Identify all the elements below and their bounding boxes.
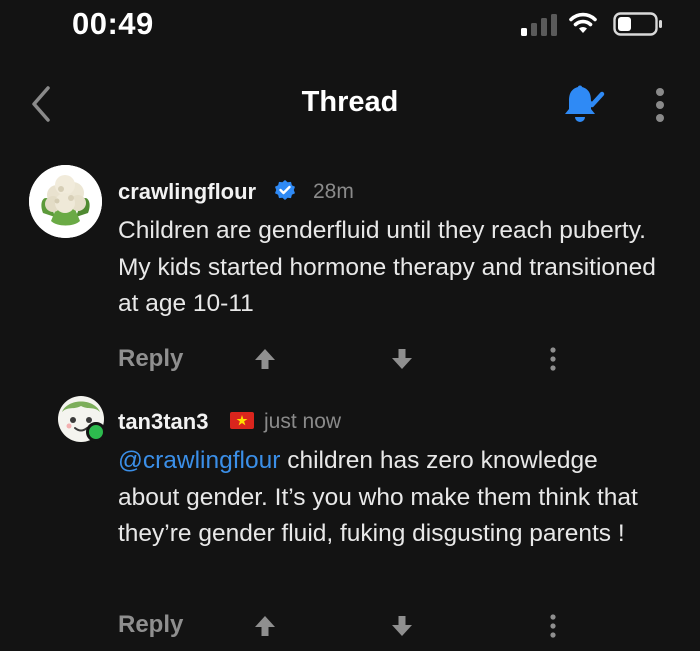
comment-more-icon[interactable] [548, 347, 558, 371]
battery-icon [613, 12, 662, 36]
wifi-icon [569, 12, 597, 33]
more-options-icon[interactable] [652, 88, 668, 122]
status-bar: 00:49 [0, 0, 700, 50]
reply-button[interactable]: Reply [118, 345, 183, 373]
user-mention-link[interactable]: @crawlingflour [118, 447, 280, 474]
comment-parent: crawlingflour 28m Children are genderflu… [0, 165, 700, 385]
cauliflower-avatar-icon [29, 165, 102, 238]
comment-timestamp: just now [264, 410, 342, 433]
cellular-signal-icon [521, 14, 557, 36]
downvote-arrow-icon[interactable] [390, 614, 414, 638]
comment-reply: tan3tan3 just now @crawlingflour childre… [0, 396, 700, 651]
comment-body: @crawlingflour children has zero knowled… [118, 443, 658, 553]
comment-timestamp: 28m [313, 180, 354, 203]
nav-bar: Thread [0, 76, 700, 132]
verified-badge-icon [275, 180, 295, 200]
downvote-arrow-icon[interactable] [390, 347, 414, 371]
notification-bell-check-icon[interactable] [560, 84, 606, 124]
online-status-indicator [86, 422, 106, 442]
reply-button[interactable]: Reply [118, 611, 183, 639]
comment-body: Children are genderfluid until they reac… [118, 213, 678, 323]
comment-more-icon[interactable] [548, 614, 558, 638]
avatar[interactable] [58, 396, 106, 442]
status-time: 00:49 [72, 6, 154, 41]
comment-username[interactable]: tan3tan3 [118, 409, 208, 435]
comment-username[interactable]: crawlingflour [118, 179, 256, 205]
upvote-arrow-icon[interactable] [253, 347, 277, 371]
comment-text: Children are genderfluid until they reac… [118, 217, 656, 317]
vietnam-flag-icon [230, 412, 254, 429]
upvote-arrow-icon[interactable] [253, 614, 277, 638]
avatar[interactable] [29, 165, 102, 238]
